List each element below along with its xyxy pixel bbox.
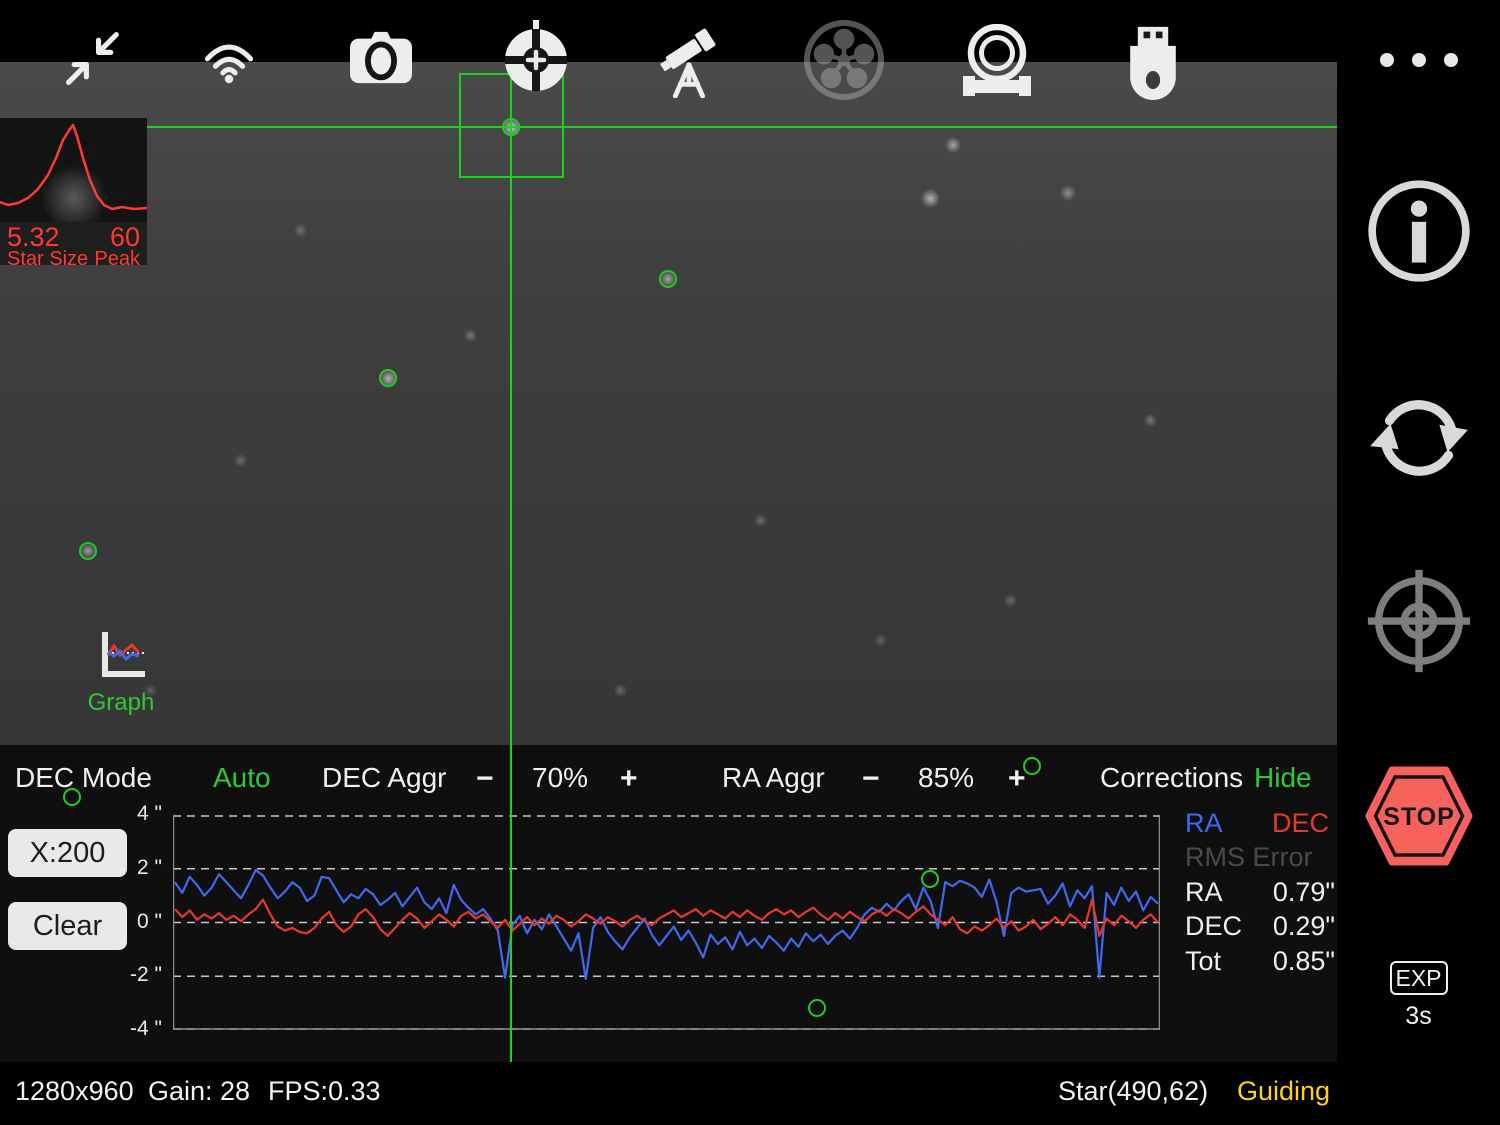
guiding-error-chart	[173, 815, 1160, 1030]
dec-aggr-label: DEC Aggr	[322, 762, 447, 793]
compress-icon[interactable]	[62, 28, 122, 88]
dec-mode-value-button[interactable]: Auto	[213, 762, 271, 794]
dec-aggr-plus-button[interactable]: +	[620, 762, 638, 796]
usb-storage-icon[interactable]	[1125, 24, 1181, 100]
status-resolution: 1280x960	[15, 1076, 134, 1106]
y-axis-tick-label: 0 "	[137, 909, 162, 933]
y-axis-tick-label: 4 "	[137, 802, 162, 825]
rms-dec-value: 0.29"	[1272, 911, 1335, 941]
detected-star-circle[interactable]	[379, 369, 397, 387]
rms-tot-label: Tot	[1185, 946, 1222, 976]
faint-star	[752, 512, 768, 528]
status-star-position: Star(490,62)	[1058, 1076, 1209, 1106]
rms-ra-value: 0.79"	[1272, 877, 1335, 907]
dec-error-line	[174, 898, 1159, 938]
ra-error-line	[174, 868, 1159, 980]
status-guiding-state: Guiding	[1237, 1076, 1331, 1106]
filter-wheel-icon[interactable]	[802, 18, 886, 102]
faint-star	[1002, 592, 1018, 608]
detected-star-circle[interactable]	[808, 999, 826, 1017]
refresh-loop-icon[interactable]	[1363, 382, 1475, 494]
ra-aggr-label: RA Aggr	[722, 762, 825, 793]
faint-star	[462, 327, 478, 343]
faint-star	[1059, 184, 1077, 202]
star-profile-curve	[0, 123, 147, 211]
info-icon[interactable]	[1363, 175, 1475, 287]
faint-star	[292, 222, 308, 238]
y-axis-tick-label: -2 "	[130, 963, 162, 987]
graph-icon	[102, 632, 145, 677]
faint-star	[612, 682, 628, 698]
star-peak-label: Peak	[94, 248, 140, 270]
stop-button[interactable]: STOP	[1363, 763, 1475, 869]
rms-error-title: RMS Error	[1185, 842, 1313, 872]
status-bar: 1280x960 Gain: 28 FPS:0.33 Star(490,62) …	[0, 1062, 1500, 1125]
faint-star	[919, 187, 941, 209]
detected-star-circle[interactable]	[1023, 757, 1041, 775]
faint-star	[944, 136, 962, 154]
ra-aggr-minus-button[interactable]: −	[862, 762, 880, 796]
detected-star-circle[interactable]	[502, 118, 520, 136]
rms-dec-label: DEC	[1185, 911, 1243, 941]
dec-aggr-minus-button[interactable]: −	[476, 762, 494, 796]
graph-toggle-button[interactable]: Graph	[86, 628, 156, 716]
clear-graph-button[interactable]: Clear	[8, 902, 127, 950]
telescope-align-icon[interactable]	[652, 24, 724, 98]
x-scale-button[interactable]: X:200	[8, 829, 127, 877]
guiding-control-panel: DEC Mode Auto DEC Aggr − 70% + RA Aggr −…	[0, 745, 1337, 1062]
exposure-button[interactable]: EXP	[1389, 961, 1448, 995]
legend-ra: RA	[1185, 808, 1223, 838]
legend-dec: DEC	[1271, 808, 1329, 838]
status-gain: Gain: 28	[148, 1076, 251, 1106]
detected-star-circle[interactable]	[63, 788, 81, 806]
corrections-label: Corrections	[1100, 762, 1244, 793]
more-ellipsis-icon[interactable]	[1373, 46, 1465, 74]
stop-button-label: STOP	[1383, 803, 1455, 831]
corrections-hide-button[interactable]: Hide	[1254, 762, 1312, 794]
detected-star-circle[interactable]	[659, 270, 677, 288]
y-axis-tick-label: -4 "	[130, 1017, 162, 1040]
faint-star	[232, 452, 248, 468]
faint-star	[1142, 412, 1158, 428]
camera-icon[interactable]	[346, 26, 416, 88]
app-window: 5.32 60 Star Size Peak Graph DEC Mode Au…	[0, 0, 1500, 1125]
wifi-icon[interactable]	[198, 26, 260, 86]
guide-scope-icon[interactable]	[957, 24, 1037, 98]
y-axis-tick-label: 2 "	[137, 855, 162, 879]
crosshair-horizontal-line	[0, 126, 1337, 128]
graph-button-label: Graph	[87, 689, 155, 716]
sidebar: STOP EXP 3s	[1337, 0, 1500, 1125]
status-fps: FPS:0.33	[268, 1076, 381, 1106]
dec-aggr-value: 70%	[532, 762, 589, 793]
rms-ra-label: RA	[1185, 877, 1223, 907]
detected-star-circle[interactable]	[79, 542, 97, 560]
select-star-target-icon[interactable]	[498, 20, 574, 96]
star-size-label: Star Size	[7, 248, 89, 270]
crosshair-vertical-line	[510, 62, 512, 1062]
faint-star	[872, 632, 888, 648]
detected-star-circle[interactable]	[921, 870, 939, 888]
exposure-value: 3s	[1405, 1002, 1432, 1030]
star-profile-panel: 5.32 60 Star Size Peak	[0, 118, 147, 270]
dec-mode-label: DEC Mode	[15, 762, 152, 793]
crosshair-target-icon[interactable]	[1360, 562, 1478, 680]
rms-tot-value: 0.85"	[1272, 946, 1335, 976]
ra-aggr-value: 85%	[918, 762, 975, 793]
